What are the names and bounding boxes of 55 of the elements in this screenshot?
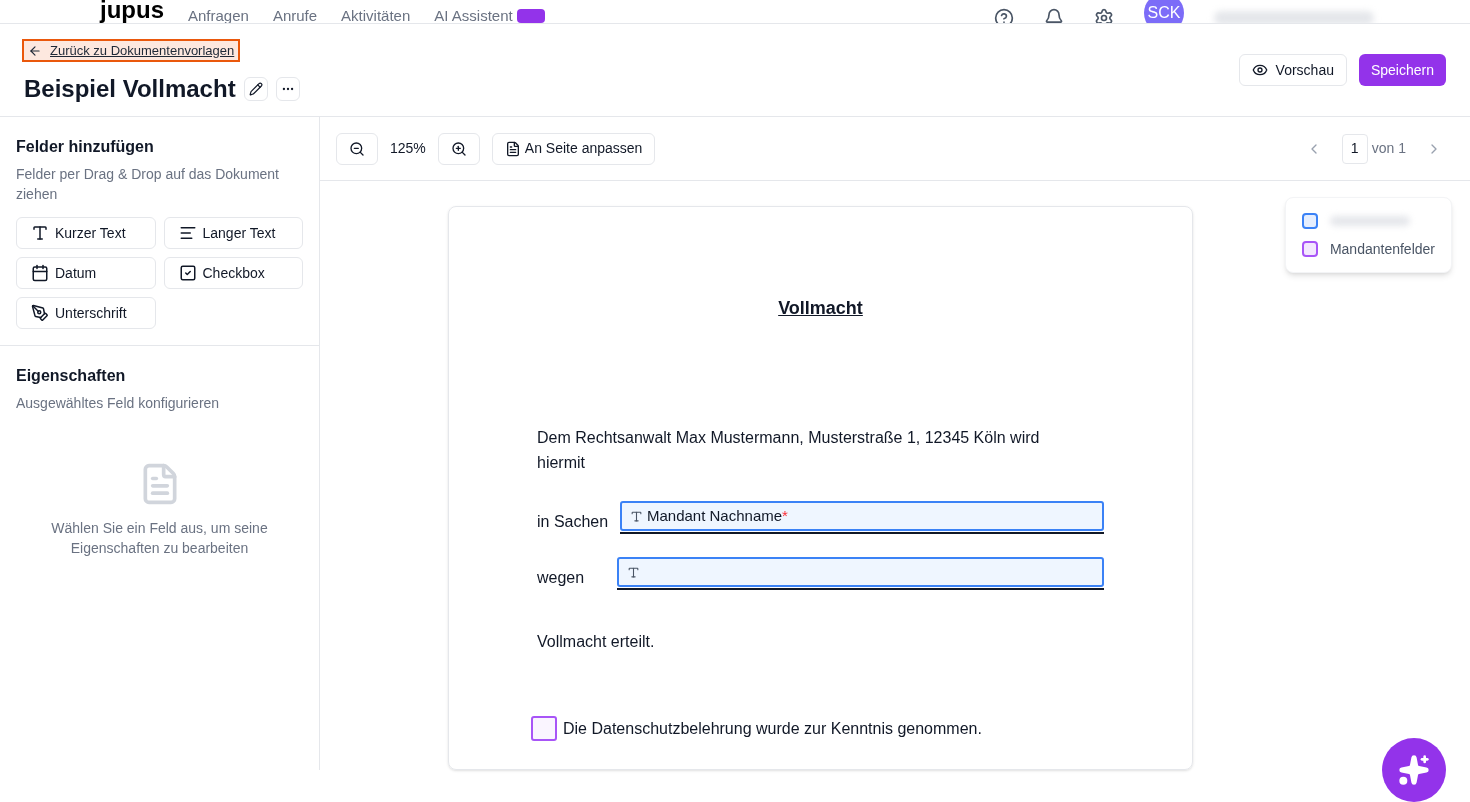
document-label: in Sachen [537, 512, 610, 532]
bell-icon[interactable] [1044, 8, 1064, 23]
section-title: Felder hinzufügen [16, 137, 155, 157]
zoom-level: 125% [389, 139, 427, 158]
pencil-icon [248, 82, 263, 96]
text-icon [630, 509, 643, 523]
calendar-icon [31, 264, 49, 282]
save-button[interactable]: Speichern [1358, 54, 1446, 86]
section-title: Eigenschaften [16, 366, 127, 386]
field-type-button[interactable]: Langer Text [163, 217, 303, 249]
field-type-button[interactable]: Kurzer Text [16, 217, 156, 249]
section-hint: Ausgewähltes Feld konfigurieren [16, 394, 221, 413]
page-number-field[interactable]: 1 [1341, 133, 1368, 164]
page-total: von 1 [1371, 139, 1406, 158]
text-field-placeholder[interactable] [617, 557, 1104, 587]
checkbox-icon [178, 264, 197, 282]
text-icon [31, 224, 49, 242]
fit-page-button[interactable]: An Seite anpassen [491, 132, 656, 165]
edit-button[interactable] [243, 77, 268, 101]
lines-icon [178, 224, 197, 242]
preview-button[interactable]: Vorschau [1238, 54, 1347, 86]
text-field-placeholder[interactable]: Mandant Nachname* [620, 501, 1104, 531]
sparkle-icon [1398, 754, 1430, 786]
pen-icon [31, 304, 49, 322]
logo: jupus [100, 0, 164, 22]
document-icon [504, 140, 521, 157]
field-name: Mandant Nachname [647, 505, 783, 526]
required-mark: * [782, 505, 788, 526]
back-link[interactable]: Zurück zu Dokumentenvorlagen [22, 39, 241, 62]
eye-icon [1251, 62, 1268, 78]
checkbox-label: Die Datenschutzbelehrung wurde zur Kenntnis genommen. [563, 718, 982, 739]
document-paragraph: Vollmacht erteilt. [537, 632, 656, 652]
document-paragraph: Dem Rechtsanwalt Max Mustermann, Musterstraße 1, 12345 Köln wird hiermit [537, 428, 1041, 473]
section-hint: Felder per Drag & Drop auf das Dokument ziehen [16, 165, 280, 204]
avatar[interactable]: SCK [1144, 0, 1184, 23]
document-label: wegen [537, 568, 586, 588]
field-type-button[interactable]: Datum [16, 257, 156, 289]
page-title: Beispiel Vollmacht [24, 74, 236, 104]
empty-state-text: Wählen Sie ein Feld aus, um seine Eigenschaften zu bearbeiten [50, 519, 269, 558]
field-type-button[interactable]: Unterschrift [16, 297, 156, 329]
checkbox-field[interactable] [531, 716, 557, 741]
nav-link[interactable]: Aktivitäten [341, 4, 411, 23]
nav-link[interactable]: Anfragen [188, 4, 249, 23]
zoom-in-button[interactable] [437, 132, 480, 165]
field-type-button[interactable]: Checkbox [163, 257, 303, 289]
zoom-out-button[interactable] [336, 132, 378, 165]
zoom-in-icon [450, 140, 467, 157]
document-title: Vollmacht [777, 297, 864, 320]
help-icon[interactable] [994, 8, 1014, 23]
nav-link[interactable]: AI Assistent [434, 4, 545, 23]
zoom-out-icon [349, 140, 365, 157]
settings-icon[interactable] [1094, 8, 1114, 23]
text-icon [627, 565, 640, 579]
legend-label: Mandantenfelder [1329, 239, 1435, 259]
nav-link[interactable]: Anrufe [272, 4, 318, 23]
